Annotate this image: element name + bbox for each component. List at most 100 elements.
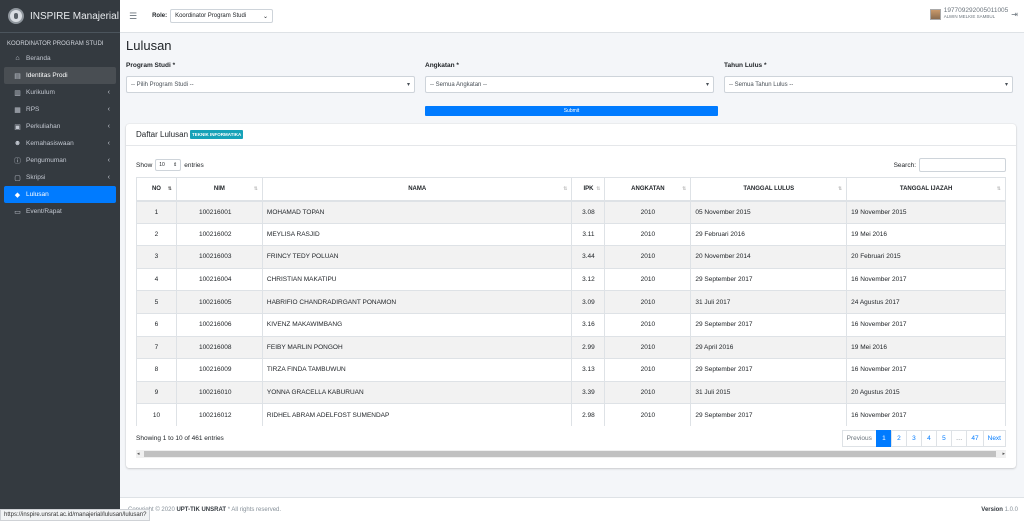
table-row[interactable]: 4 100216004 CHRISTIAN MAKATIPU 3.12 2010 29 S… [136, 267, 1006, 291]
table-info: Showing 1 to 10 of 461 entries [136, 435, 224, 442]
angkatan-select[interactable]: -- Semua Angkatan -- ▾ [425, 76, 714, 93]
sort-icon: ⇅ [682, 186, 687, 192]
submit-button[interactable]: Submit [425, 106, 718, 116]
table-row[interactable]: 9 100216010 YONNA GRACELLA KABURUAN 3.39 201… [136, 380, 1006, 404]
chevron-left-icon: ‹ [107, 89, 110, 96]
page-button-ellipsis: … [950, 430, 968, 447]
table-cell-tanggal-ijazah: 16 November 2017 [846, 358, 1006, 382]
column-header-label: NO [151, 185, 161, 192]
caret-down-icon: ▾ [1004, 82, 1008, 88]
scroll-left-icon[interactable]: ◂ [137, 450, 140, 458]
angkatan-label: Angkatan * [425, 62, 459, 69]
table-cell-nim: 100216006 [175, 312, 263, 337]
sidebar-item-skripsi[interactable]: ▢ Skripsi ‹ [4, 169, 116, 186]
table-cell-tanggal-lulus: 31 Juli 2015 [690, 380, 848, 404]
page-button-3[interactable]: 3 [905, 430, 922, 447]
page-button-previous[interactable]: Previous [841, 430, 877, 447]
brand-link[interactable]: INSPIRE Manajerial [0, 0, 120, 33]
column-header-label: TANGGAL LULUS [743, 185, 795, 192]
tahun-lulus-select[interactable]: -- Semua Tahun Lulus -- ▾ [724, 76, 1013, 93]
scroll-right-icon[interactable]: ▸ [1002, 450, 1005, 458]
menu-toggle-icon[interactable]: ☰ [129, 11, 137, 22]
sidebar-item-lulusan[interactable]: ◆ Lulusan [4, 186, 116, 203]
table-row[interactable]: 3 100216003 FRINCY TEDY POLUAN 3.44 2010 20 N… [136, 245, 1006, 269]
page-button-1[interactable]: 1 [875, 430, 892, 447]
page-button-4[interactable]: 4 [920, 430, 937, 447]
table-cell-angkatan: 2010 [604, 200, 692, 224]
sidebar-item-rps[interactable]: ▦ RPS ‹ [4, 101, 116, 118]
column-header-label: NIM [213, 185, 225, 192]
table-row[interactable]: 2 100216002 MEYLISA RASJID 3.11 2010 29 Febru… [136, 222, 1006, 246]
column-header-tanggal-lulus[interactable]: TANGGAL LULUS ⇅ [690, 177, 848, 202]
sidebar-item-pengumuman[interactable]: ⓘ Pengumuman ‹ [4, 152, 116, 169]
footer-org[interactable]: UPT-TIK UNSRAT [176, 507, 226, 513]
table-cell-nama: MEYLISA RASJID [261, 222, 573, 246]
sidebar-item-kurikulum[interactable]: ▥ Kurikulum ‹ [4, 84, 116, 101]
info-icon: ⓘ [14, 157, 21, 165]
table-cell-tanggal-lulus: 29 September 2017 [690, 358, 848, 382]
brand-title: INSPIRE Manajerial [30, 10, 119, 22]
table-cell-angkatan: 2010 [604, 290, 692, 314]
sort-icon: ⇅ [563, 186, 568, 192]
sidebar-item-kemahasiswaan[interactable]: ☻ Kemahasiswaan ‹ [4, 135, 116, 152]
sidebar-item-label: Lulusan [26, 191, 49, 198]
sort-icon: ⇅ [996, 186, 1001, 192]
page-button-2[interactable]: 2 [890, 430, 907, 447]
home-icon: ⌂ [15, 55, 20, 62]
sidebar-item-beranda[interactable]: ⌂ Beranda [4, 50, 116, 67]
table-cell-no: 5 [136, 290, 177, 314]
program-studi-select[interactable]: -- Pilih Program Studi -- ▾ [126, 76, 415, 93]
column-header-label: NAMA [408, 185, 427, 192]
table-cell-angkatan: 2010 [604, 222, 692, 246]
chevron-left-icon: ‹ [107, 123, 110, 130]
role-select[interactable]: Koordinator Program Studi ⌄ [170, 9, 274, 23]
column-header-ipk[interactable]: IPK ⇅ [571, 177, 606, 202]
chevron-left-icon: ‹ [107, 140, 110, 147]
table-row[interactable]: 10 100216012 RIDHEL ABRAM ADELFOST SUMENDA… [136, 403, 1006, 427]
column-header-nama[interactable]: NAMA ⇅ [261, 177, 573, 202]
column-header-angkatan[interactable]: ANGKATAN ⇅ [604, 177, 692, 202]
table-cell-nama: MOHAMAD TOPAN [261, 200, 573, 224]
table-cell-nim: 100216010 [175, 380, 263, 404]
version-number: 1.0.0 [1004, 506, 1018, 513]
table-cell-nim: 100216004 [175, 267, 263, 291]
column-header-no[interactable]: NO ⇅ [136, 177, 177, 202]
sidebar-item-perkuliahan[interactable]: ▣ Perkuliahan ‹ [4, 118, 116, 135]
table-cell-tanggal-ijazah: 16 November 2017 [846, 267, 1006, 291]
user-menu[interactable]: 197709292005011005 ALWIN MELKIE SAMBUL ⇥ [929, 7, 1018, 20]
stepper-icon: ⇕ [173, 162, 178, 168]
table-cell-angkatan: 2010 [604, 380, 692, 404]
lecture-icon: ▣ [14, 123, 21, 131]
page-button-next[interactable]: Next [982, 430, 1006, 447]
table-row[interactable]: 5 100216005 HABRIFIO CHANDRADIRGANT PONAMO… [136, 290, 1006, 314]
scrollbar-thumb[interactable] [144, 451, 996, 457]
page-button-5[interactable]: 5 [935, 430, 952, 447]
table-row[interactable]: 8 100216009 TIRZA FINDA TAMBUWUN 3.13 2010 29… [136, 358, 1006, 382]
table-cell-nim: 100216002 [175, 222, 263, 246]
table-cell-ipk: 3.09 [571, 290, 606, 314]
table-cell-no: 6 [136, 312, 177, 337]
document-icon: ▢ [14, 174, 21, 182]
column-header-nim[interactable]: NIM ⇅ [175, 177, 263, 202]
sort-icon: ⇅ [253, 186, 258, 192]
table-cell-nama: CHRISTIAN MAKATIPU [261, 267, 573, 291]
nav-header: KOORDINATOR PROGRAM STUDI [7, 41, 104, 47]
table-cell-tanggal-lulus: 29 September 2017 [690, 403, 848, 427]
table-row[interactable]: 1 100216001 MOHAMAD TOPAN 3.08 2010 05 Novemb… [136, 200, 1006, 224]
table-cell-nim: 100216008 [175, 335, 263, 359]
logout-icon[interactable]: ⇥ [1011, 10, 1018, 19]
column-header-tanggal-ijazah[interactable]: TANGGAL IJAZAH ⇅ [846, 177, 1006, 202]
table-row[interactable]: 6 100216006 KIVENZ MAKAWIMBANG 3.16 2010 29 S… [136, 312, 1006, 337]
sidebar-item-identitas-prodi[interactable]: ▤ Identitas Prodi [4, 67, 116, 84]
table-row[interactable]: 7 100216008 FEIBY MARLIN PONGOH 2.99 2010 29 … [136, 335, 1006, 359]
table-cell-ipk: 3.44 [571, 245, 606, 269]
tahun-lulus-label: Tahun Lulus * [724, 62, 767, 69]
page-button-47[interactable]: 47 [966, 430, 984, 447]
sidebar-item-event-rapat[interactable]: ▭ Event/Rapat [4, 203, 116, 220]
table-cell-nama: HABRIFIO CHANDRADIRGANT PONAMON [261, 290, 573, 314]
entries-length-select[interactable]: 10 ⇕ [155, 159, 182, 171]
search-input[interactable] [919, 158, 1006, 172]
horizontal-scrollbar[interactable]: ◂ ▸ [136, 450, 1006, 458]
topbar: ☰ Role: Koordinator Program Studi ⌄ 1977… [120, 0, 1024, 33]
table-cell-ipk: 3.11 [571, 222, 606, 246]
